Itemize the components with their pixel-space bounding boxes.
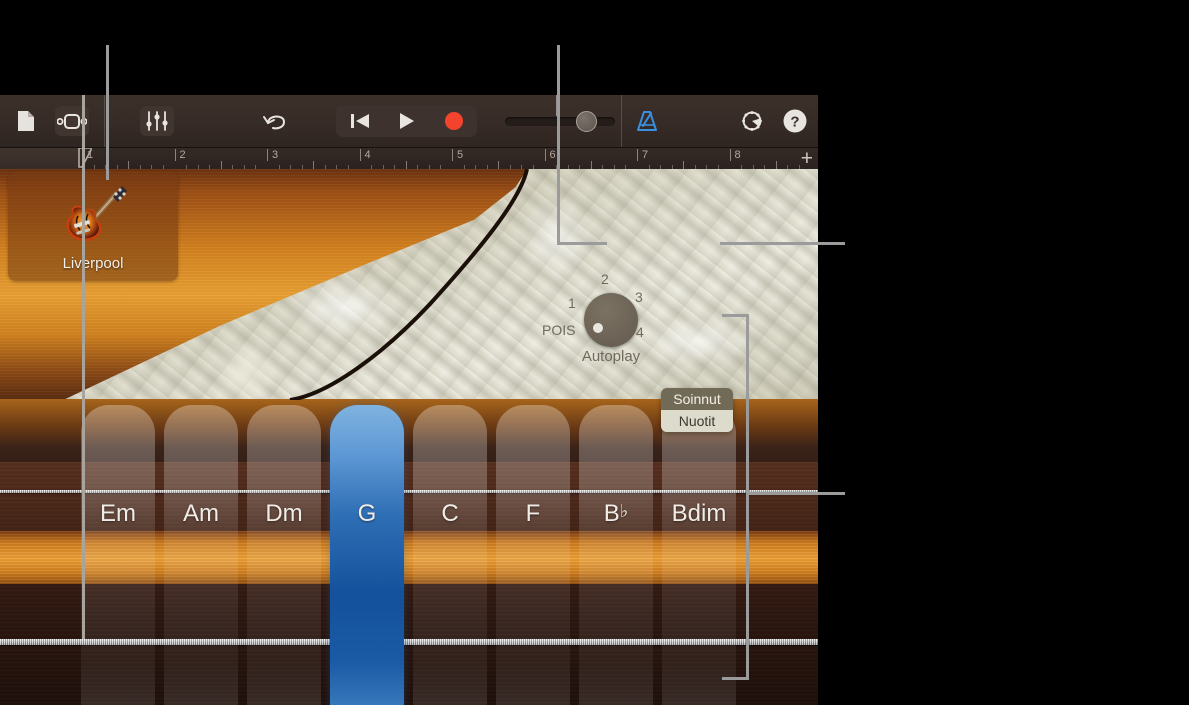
undo-icon[interactable] (258, 106, 292, 136)
callout-line-autoplay-horizontal (557, 242, 607, 245)
timeline-ruler[interactable]: 12345678 + (0, 147, 818, 171)
ruler-bar-3: 3 (267, 149, 278, 161)
ruler-bar-7: 7 (637, 149, 648, 161)
callout-line-strings-bracket (746, 314, 749, 680)
garageband-window: ? 12345678 + 1 2 3 4 POIS Autoplay Liver… (0, 95, 818, 705)
popup-menu-item-soinnut[interactable]: Soinnut (661, 388, 733, 410)
chord-strip-label: F (525, 500, 541, 527)
callout-line-track-header (106, 45, 109, 180)
chord-strip-f[interactable]: F (496, 405, 570, 705)
chord-strip-label: C (441, 500, 459, 527)
chord-strip-surface (330, 405, 404, 705)
chord-strip-surface (496, 405, 570, 705)
playhead-flag[interactable] (78, 147, 92, 168)
chord-strip-surface (164, 405, 238, 705)
chord-strip-label: Bdim (671, 500, 727, 527)
chord-strip-g[interactable]: G (330, 405, 404, 705)
callout-line-autoplay-vertical (557, 45, 560, 245)
popup-menu-item-nuotit[interactable]: Nuotit (661, 410, 733, 432)
callout-line-popup-menu (720, 242, 845, 245)
rewind-button[interactable] (336, 105, 383, 137)
chord-strip-surface (662, 405, 736, 705)
master-volume-slider[interactable] (505, 111, 615, 132)
metronome-icon[interactable] (631, 106, 663, 136)
chord-strip-label: Am (183, 500, 219, 527)
screenshot-root: ? 12345678 + 1 2 3 4 POIS Autoplay Liver… (0, 0, 1189, 705)
chord-strip-dm[interactable]: Dm (247, 405, 321, 705)
chord-strip-label: B♭ (603, 500, 629, 527)
chord-strip-surface (579, 405, 653, 705)
chord-strips: Em Am Dm G C F B♭ Bdim (0, 169, 818, 705)
toolbar: ? (0, 95, 818, 147)
transport-controls (336, 105, 477, 137)
document-icon[interactable] (10, 105, 42, 137)
ruler-bar-8: 8 (729, 149, 741, 161)
chord-strip-surface (413, 405, 487, 705)
callout-line-strings-bracket-top (722, 314, 749, 317)
mixer-icon[interactable] (140, 106, 174, 136)
playhead[interactable] (82, 95, 85, 639)
toolbar-divider-2 (621, 95, 622, 147)
chord-strip-bdim[interactable]: Bdim (662, 405, 736, 705)
record-button[interactable] (430, 105, 477, 137)
toolbar-divider-1 (104, 95, 105, 147)
add-section-button[interactable]: + (801, 148, 813, 169)
play-button[interactable] (383, 105, 430, 137)
ruler-bar-4: 4 (359, 149, 371, 161)
chord-strip-am[interactable]: Am (164, 405, 238, 705)
help-icon[interactable]: ? (780, 106, 810, 136)
callout-line-strings-pointer (746, 492, 845, 495)
chord-strip-surface (247, 405, 321, 705)
svg-text:?: ? (790, 114, 799, 131)
chord-strip-label: Dm (265, 500, 303, 527)
smart-bass-instrument: 1 2 3 4 POIS Autoplay Liverpool Em Am Dm… (0, 169, 818, 705)
chord-strip-c[interactable]: C (413, 405, 487, 705)
volume-track (505, 117, 615, 126)
gear-icon[interactable] (737, 106, 767, 136)
ruler-bar-6: 6 (544, 149, 556, 161)
chord-strip-surface (81, 405, 155, 705)
chord-strip-label: Em (100, 500, 136, 527)
callout-line-strings-bracket-bottom (722, 677, 749, 680)
chord-strip-label: G (357, 500, 377, 527)
ruler-header-zone (0, 148, 80, 170)
volume-knob[interactable] (576, 111, 597, 132)
chord-strip-b[interactable]: B♭ (579, 405, 653, 705)
popup-menu[interactable]: Soinnut Nuotit (661, 388, 733, 432)
chord-strip-em[interactable]: Em (81, 405, 155, 705)
ruler-bar-2: 2 (174, 149, 186, 161)
ruler-bar-5: 5 (452, 149, 463, 161)
